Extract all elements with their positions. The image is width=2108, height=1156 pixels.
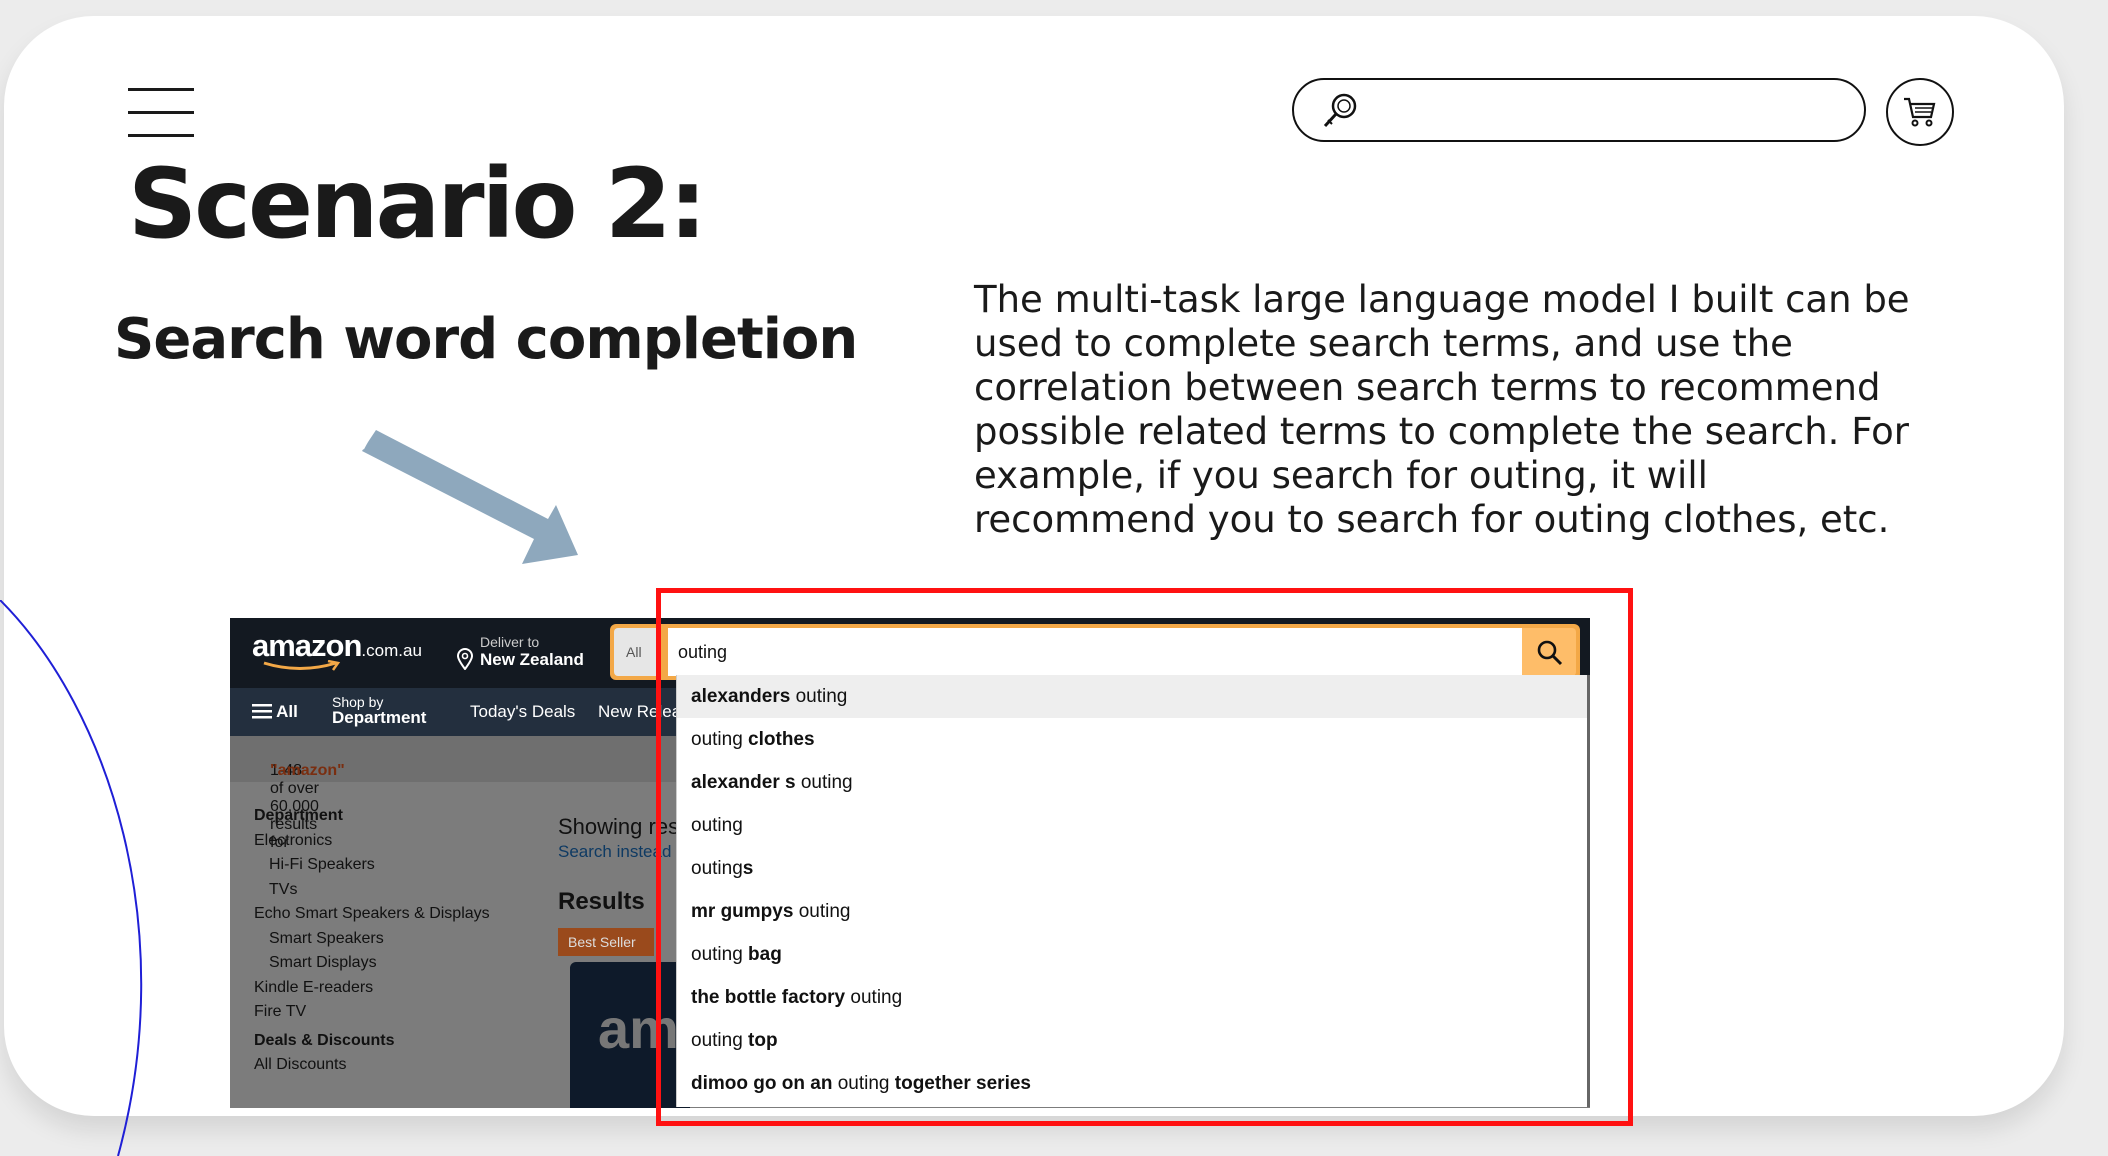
top-search-bar[interactable]	[1292, 78, 1866, 142]
cart-button[interactable]	[1886, 78, 1954, 146]
smile-arrow-icon	[263, 660, 341, 671]
pointer-arrow-icon	[357, 430, 578, 564]
sidebar-item[interactable]: Electronics	[254, 829, 490, 854]
search-category-select[interactable]: All	[614, 628, 660, 676]
sidebar-item[interactable]: Deals & Discounts	[254, 1029, 490, 1054]
best-seller-badge: Best Seller	[558, 928, 654, 956]
nav-all[interactable]: All	[252, 702, 298, 722]
nav-todays-deals[interactable]: Today's Deals	[470, 702, 575, 722]
page-title: Scenario 2:	[128, 148, 707, 260]
sidebar-item[interactable]: Hi-Fi Speakers	[254, 853, 490, 878]
cart-icon	[1904, 97, 1936, 127]
sidebar-item[interactable]: TVs	[254, 878, 490, 903]
description-text: The multi-task large language model I bu…	[974, 278, 1910, 541]
location-pin-icon	[456, 648, 474, 670]
sidebar-item[interactable]: Smart Displays	[254, 951, 490, 976]
sidebar-item[interactable]: Smart Speakers	[254, 927, 490, 952]
nav-shop-by-department[interactable]: Shop by Department	[332, 694, 426, 726]
results-heading: Results	[558, 888, 645, 915]
search-instead-link[interactable]: Search instead	[558, 842, 671, 862]
department-sidebar: Department Electronics Hi-Fi Speakers TVs Ec…	[254, 804, 490, 1078]
deliver-to[interactable]: Deliver to New Zealand	[456, 634, 584, 670]
magnifier-icon	[1323, 93, 1357, 128]
sidebar-item[interactable]: Fire TV	[254, 1000, 490, 1025]
hamburger-icon[interactable]	[128, 88, 194, 138]
page-subtitle: Search word completion	[114, 307, 858, 372]
decorative-curve	[0, 600, 143, 1156]
highlight-box	[656, 588, 1633, 1126]
sidebar-item[interactable]: Kindle E-readers	[254, 976, 490, 1001]
sidebar-item[interactable]: All Discounts	[254, 1053, 490, 1078]
menu-icon	[252, 704, 272, 719]
sidebar-item[interactable]: Echo Smart Speakers & Displays	[254, 902, 490, 927]
sidebar-item[interactable]: Department	[254, 804, 490, 829]
amazon-logo[interactable]: amazon.com.au	[252, 628, 422, 671]
